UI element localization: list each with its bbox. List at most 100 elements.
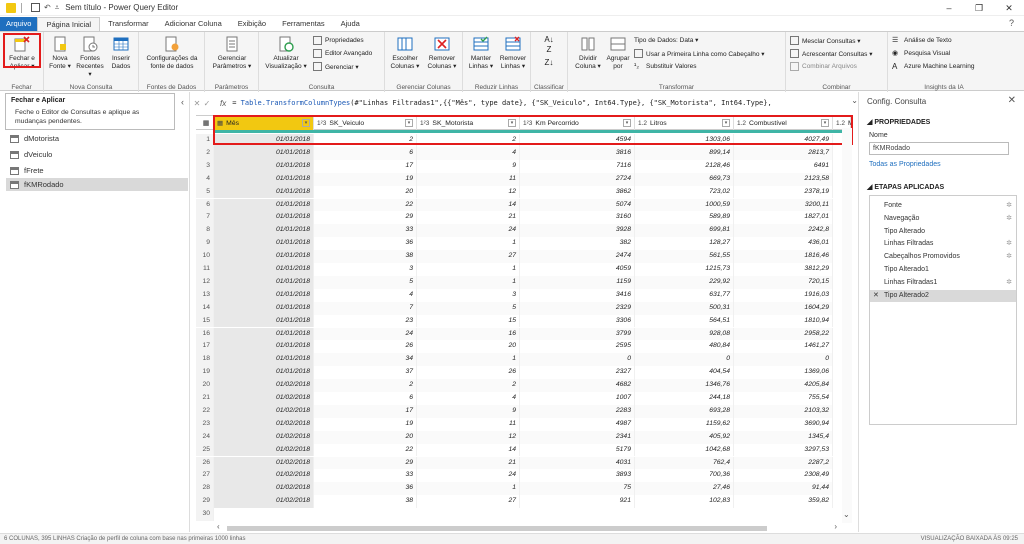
- table-cell[interactable]: 631,77: [635, 288, 734, 302]
- table-cell[interactable]: 564,51: [635, 314, 734, 328]
- editor-avancado-button[interactable]: Editor Avançado: [313, 49, 372, 58]
- table-cell[interactable]: 3200,11: [734, 198, 833, 212]
- table-cell[interactable]: 3812,29: [734, 263, 833, 276]
- table-cell[interactable]: 2595: [520, 340, 635, 354]
- expand-formula-icon[interactable]: ⌄: [851, 96, 858, 105]
- table-cell[interactable]: 700,36: [635, 469, 734, 483]
- table-cell[interactable]: 16: [417, 327, 520, 341]
- table-cell[interactable]: 01/01/2018: [214, 301, 314, 315]
- row-number[interactable]: 8: [196, 224, 214, 238]
- analise-texto-button[interactable]: ☰ Análise de Texto: [892, 36, 952, 45]
- gear-icon[interactable]: ✲: [1006, 251, 1012, 264]
- table-cell[interactable]: 34: [314, 353, 417, 367]
- table-row[interactable]: 21 01/02/2018 6 4 1007 244,18 755,54: [196, 392, 852, 405]
- table-cell[interactable]: 762,4: [635, 456, 734, 470]
- table-cell[interactable]: 01/01/2018: [214, 159, 314, 173]
- table-cell[interactable]: 01/01/2018: [214, 327, 314, 341]
- gear-icon[interactable]: ✲: [1006, 213, 1012, 226]
- row-number[interactable]: 9: [196, 237, 214, 251]
- tipo-dados-dropdown[interactable]: Tipo de Dados: Data ▾: [634, 36, 698, 44]
- table-cell[interactable]: 22: [314, 443, 417, 457]
- table-cell[interactable]: 1007: [520, 392, 635, 405]
- vertical-scrollbar[interactable]: ⌄: [842, 128, 852, 523]
- table-cell[interactable]: 24: [417, 224, 520, 238]
- horizontal-scrollbar[interactable]: ‹ ›: [213, 522, 843, 533]
- table-row[interactable]: 22 01/02/2018 17 9 2283 693,28 2103,32: [196, 404, 852, 418]
- table-cell[interactable]: 19: [314, 417, 417, 431]
- table-cell[interactable]: 20: [417, 340, 520, 354]
- table-cell[interactable]: 4682: [520, 379, 635, 392]
- table-row[interactable]: 10 01/01/2018 38 27 2474 561,55 1816,46: [196, 250, 852, 263]
- applied-step[interactable]: Linhas Filtradas ✲: [870, 238, 1016, 251]
- table-cell[interactable]: 4: [417, 392, 520, 405]
- row-number[interactable]: 18: [196, 353, 214, 367]
- scroll-right-icon[interactable]: ›: [834, 522, 837, 531]
- table-cell[interactable]: 1: [417, 482, 520, 496]
- table-cell[interactable]: 2308,49: [734, 469, 833, 483]
- table-cell[interactable]: 3306: [520, 314, 635, 328]
- table-row[interactable]: 26 01/02/2018 29 21 4031 762,4 2287,2: [196, 456, 852, 470]
- remover-linhas-button[interactable]: Remover Linhas ▾: [497, 35, 529, 71]
- table-cell[interactable]: 01/02/2018: [214, 430, 314, 444]
- table-cell[interactable]: 7116: [520, 159, 635, 173]
- table-cell[interactable]: 0: [635, 353, 734, 367]
- table-cell[interactable]: 3: [417, 288, 520, 302]
- tab-pagina-inicial[interactable]: Página Inicial: [37, 17, 101, 31]
- table-cell[interactable]: 2378,19: [734, 185, 833, 199]
- table-row[interactable]: 28 01/02/2018 36 1 75 27,46 91,44: [196, 482, 852, 496]
- table-cell[interactable]: 01/01/2018: [214, 366, 314, 380]
- table-cell[interactable]: 1916,03: [734, 288, 833, 302]
- table-cell[interactable]: 1604,29: [734, 301, 833, 315]
- dividir-coluna-button[interactable]: Dividir Coluna ▾: [572, 35, 604, 71]
- table-row[interactable]: 14 01/01/2018 7 5 2329 500,31 1604,29: [196, 301, 852, 315]
- table-cell[interactable]: 01/01/2018: [214, 340, 314, 354]
- table-cell[interactable]: 561,55: [635, 250, 734, 263]
- table-cell[interactable]: 11: [417, 172, 520, 186]
- table-cell[interactable]: 4987: [520, 417, 635, 431]
- table-cell[interactable]: 2: [417, 379, 520, 392]
- table-cell[interactable]: 01/01/2018: [214, 146, 314, 160]
- table-cell[interactable]: 01/02/2018: [214, 469, 314, 483]
- table-cell[interactable]: 3928: [520, 224, 635, 238]
- table-cell[interactable]: 6: [314, 146, 417, 160]
- table-cell[interactable]: 3893: [520, 469, 635, 483]
- table-cell[interactable]: 27: [417, 250, 520, 263]
- table-cell[interactable]: 693,28: [635, 404, 734, 418]
- table-cell[interactable]: 36: [314, 237, 417, 251]
- table-row[interactable]: 18 01/01/2018 34 1 0 0 0: [196, 353, 852, 367]
- table-cell[interactable]: 699,81: [635, 224, 734, 238]
- tab-adicionar-coluna[interactable]: Adicionar Coluna: [157, 17, 230, 31]
- table-cell[interactable]: 1816,46: [734, 250, 833, 263]
- table-row[interactable]: 19 01/01/2018 37 26 2327 404,54 1369,06: [196, 366, 852, 380]
- table-cell[interactable]: 5179: [520, 443, 635, 457]
- table-cell[interactable]: 359,82: [734, 495, 833, 509]
- scroll-left-icon[interactable]: ‹: [217, 522, 220, 531]
- tab-exibicao[interactable]: Exibição: [230, 17, 274, 31]
- table-cell[interactable]: 4: [417, 146, 520, 160]
- table-cell[interactable]: 1345,4: [734, 430, 833, 444]
- row-number[interactable]: 23: [196, 417, 214, 431]
- table-cell[interactable]: 01/02/2018: [214, 495, 314, 509]
- table-cell[interactable]: 1346,76: [635, 379, 734, 392]
- table-cell[interactable]: 26: [417, 366, 520, 380]
- table-cell[interactable]: 1369,06: [734, 366, 833, 380]
- scroll-thumb[interactable]: [227, 526, 767, 531]
- table-row[interactable]: 16 01/01/2018 24 16 3799 928,08 2958,22: [196, 327, 852, 341]
- table-cell[interactable]: 2329: [520, 301, 635, 315]
- table-cell[interactable]: 6491: [734, 159, 833, 173]
- tab-arquivo[interactable]: Arquivo: [0, 17, 38, 31]
- applied-step[interactable]: ✕ Tipo Alterado2: [870, 289, 1016, 303]
- substituir-valores-button[interactable]: ¹₂ Substituir Valores: [634, 62, 696, 71]
- table-cell[interactable]: 2103,32: [734, 404, 833, 418]
- row-number[interactable]: 17: [196, 340, 214, 354]
- query-item-dveiculo[interactable]: dVeiculo: [6, 148, 188, 161]
- table-row[interactable]: 4 01/01/2018 19 11 2724 669,73 2123,58: [196, 172, 852, 186]
- delete-step-icon[interactable]: ✕: [873, 290, 879, 303]
- table-row[interactable]: 24 01/02/2018 20 12 2341 405,92 1345,4: [196, 430, 852, 444]
- table-cell[interactable]: 2242,8: [734, 224, 833, 238]
- nova-fonte-button[interactable]: Nova Fonte ▾: [46, 35, 74, 71]
- close-window-button[interactable]: ✕: [994, 0, 1024, 16]
- table-cell[interactable]: 15: [417, 314, 520, 328]
- table-row[interactable]: 27 01/02/2018 33 24 3893 700,36 2308,49: [196, 469, 852, 483]
- table-cell[interactable]: 20: [314, 430, 417, 444]
